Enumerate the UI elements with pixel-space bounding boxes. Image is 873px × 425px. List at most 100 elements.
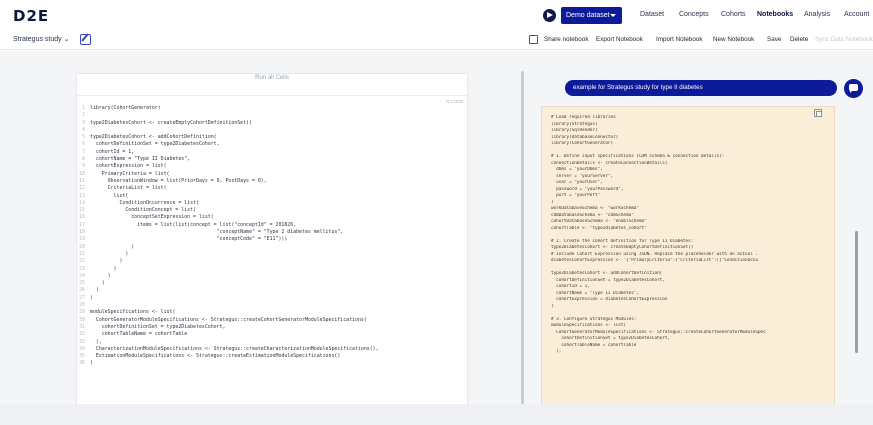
code-line: 28 [78,302,466,309]
code-text: ) [90,280,105,287]
code-text: items = list(list(concept = list("concep… [90,221,297,228]
line-number: 11 [79,177,85,184]
code-text: "conceptName" = "Type 2 diabetes mellitu… [90,229,344,236]
line-number: 27 [79,294,85,301]
code-line: 31 cohortDefinitionSet = type2DiabetesCo… [78,324,466,331]
code-text: cohortDefinitionSet = type2DiabetesCohor… [90,323,226,330]
code-text: cohortExpression = list( [90,163,167,170]
run-all-cells-button[interactable]: Run all Cells [76,75,468,81]
nav-tab-concepts[interactable]: Concepts [679,11,709,18]
notebook-toolbar: Strategus study ⌄ Share notebook Export N… [0,30,873,50]
share-notebook-button[interactable]: Share notebook [544,36,588,43]
user-prompt-bubble: example for Strategus study for type II … [565,80,837,96]
study-select[interactable]: Strategus study ⌄ [13,35,69,43]
code-text: list( [90,192,129,199]
chat-scrollbar[interactable] [855,231,858,353]
nav-tab-dataset[interactable]: Dataset [640,11,664,18]
nav-tab-account[interactable]: Account [844,11,869,18]
run-circle-icon[interactable] [543,9,556,22]
code-line: 36) [78,360,466,367]
code-text: type2DiabetesCohort <- addCohortDefiniti… [90,134,217,141]
code-text: ) [90,287,99,294]
code-text: ConditionConcept = list( [90,207,196,214]
code-text: cohortId = 1, [90,148,135,155]
nav-tab-notebooks[interactable]: Notebooks [757,11,793,18]
line-number: 1 [82,105,85,111]
code-line: 13 list( [78,193,466,200]
nav-tab-cohorts[interactable]: Cohorts [721,11,746,18]
line-number: 20 [79,243,85,250]
line-number: 12 [79,185,85,192]
code-line: 14 ConditionOccurrence = list( [78,200,466,207]
chat-bubble-icon[interactable] [844,79,863,98]
code-text: ) [90,265,117,272]
code-line: 33 ), [78,339,466,346]
app-logo[interactable]: D2E [13,7,49,25]
line-number: 26 [79,287,85,294]
line-number: 36 [79,360,85,367]
line-number: 9 [82,163,85,170]
export-notebook-button[interactable]: Export Notebook [596,36,643,43]
code-line: 17 items = list(list(concept = list("con… [78,222,466,229]
code-text: ) [90,258,123,265]
code-line: 29 moduleSpecifications <- list( [78,309,466,316]
code-text: type2DiabetesCohort <- createEmptyCohort… [90,119,252,126]
code-text: cohortTableName = cohortTable [90,331,188,338]
code-text: "conceptCode" = "E11"))) [90,236,288,243]
code-line: 22 ) [78,258,466,265]
code-text: ), [90,338,102,345]
line-number: 21 [79,250,85,257]
code-line: 5 type2DiabetesCohort <- addCohortDefinit… [78,134,466,141]
save-button[interactable]: Save [767,36,781,43]
code-line: 35 EstimationModuleSpecifications <- Str… [78,353,466,360]
code-text: moduleSpecifications <- list( [90,309,176,316]
line-number: 2 [82,112,85,119]
reply-code-line: ), [551,349,562,354]
code-text: conceptSetExpression = list( [90,214,214,221]
code-line: 16 conceptSetExpression = list( [78,214,466,221]
code-text: CohortGeneratorModuleSpecifications <- S… [90,316,367,323]
code-line: 27) [78,295,466,302]
code-line: 20 ) [78,244,466,251]
line-number: 10 [79,170,85,177]
sync-data-notebook-button[interactable]: Sync Data Notebook [815,36,873,43]
code-line: 21 ) [78,251,466,258]
code-text: ) [90,272,111,279]
editor-divider [76,95,468,96]
code-text: CharacterizationModuleSpecifications <- … [90,345,379,352]
line-number: 6 [82,141,85,148]
footer-area [0,404,873,425]
line-number: 14 [79,199,85,206]
code-line: 9 cohortExpression = list( [78,163,466,170]
code-text: PrimaryCriteria = list( [90,170,170,177]
line-number: 23 [79,265,85,272]
code-text: CriteriaList = list( [90,185,167,192]
line-number: 4 [82,126,85,133]
chevron-down-icon: ⌄ [63,36,70,43]
code-line: 1 library(CohortGenerator) [78,105,466,112]
code-line: 30 CohortGeneratorModuleSpecifications <… [78,317,466,324]
nav-tab-analysis[interactable]: Analysis [804,11,830,18]
edit-icon[interactable] [80,34,91,45]
code-text: ) [90,360,93,367]
code-line: 6 cohortDefinitionSet = type2DiabetesCoh… [78,141,466,148]
delete-button[interactable]: Delete [790,36,808,43]
line-number: 7 [82,148,85,155]
line-number: 22 [79,258,85,265]
panel-splitter-handle[interactable] [521,71,524,409]
code-line: 25 ) [78,280,466,287]
select-checkbox[interactable] [529,35,538,44]
new-notebook-button[interactable]: New Notebook [713,36,754,43]
line-number: 32 [79,331,85,338]
code-line: 24 ) [78,273,466,280]
line-number: 34 [79,345,85,352]
code-text: EstimationModuleSpecifications <- Strate… [90,353,341,360]
import-notebook-button[interactable]: Import Notebook [656,36,703,43]
line-number: 15 [79,207,85,214]
line-number: 17 [79,221,85,228]
code-text: ConditionOccurrence = list( [90,199,199,206]
line-number: 35 [79,353,85,360]
line-number: 16 [79,214,85,221]
code-editor[interactable]: 1 library(CohortGenerator) 2 3 type2Diabetes… [78,105,466,368]
dataset-dropdown-button[interactable]: Demo dataset [561,7,622,24]
